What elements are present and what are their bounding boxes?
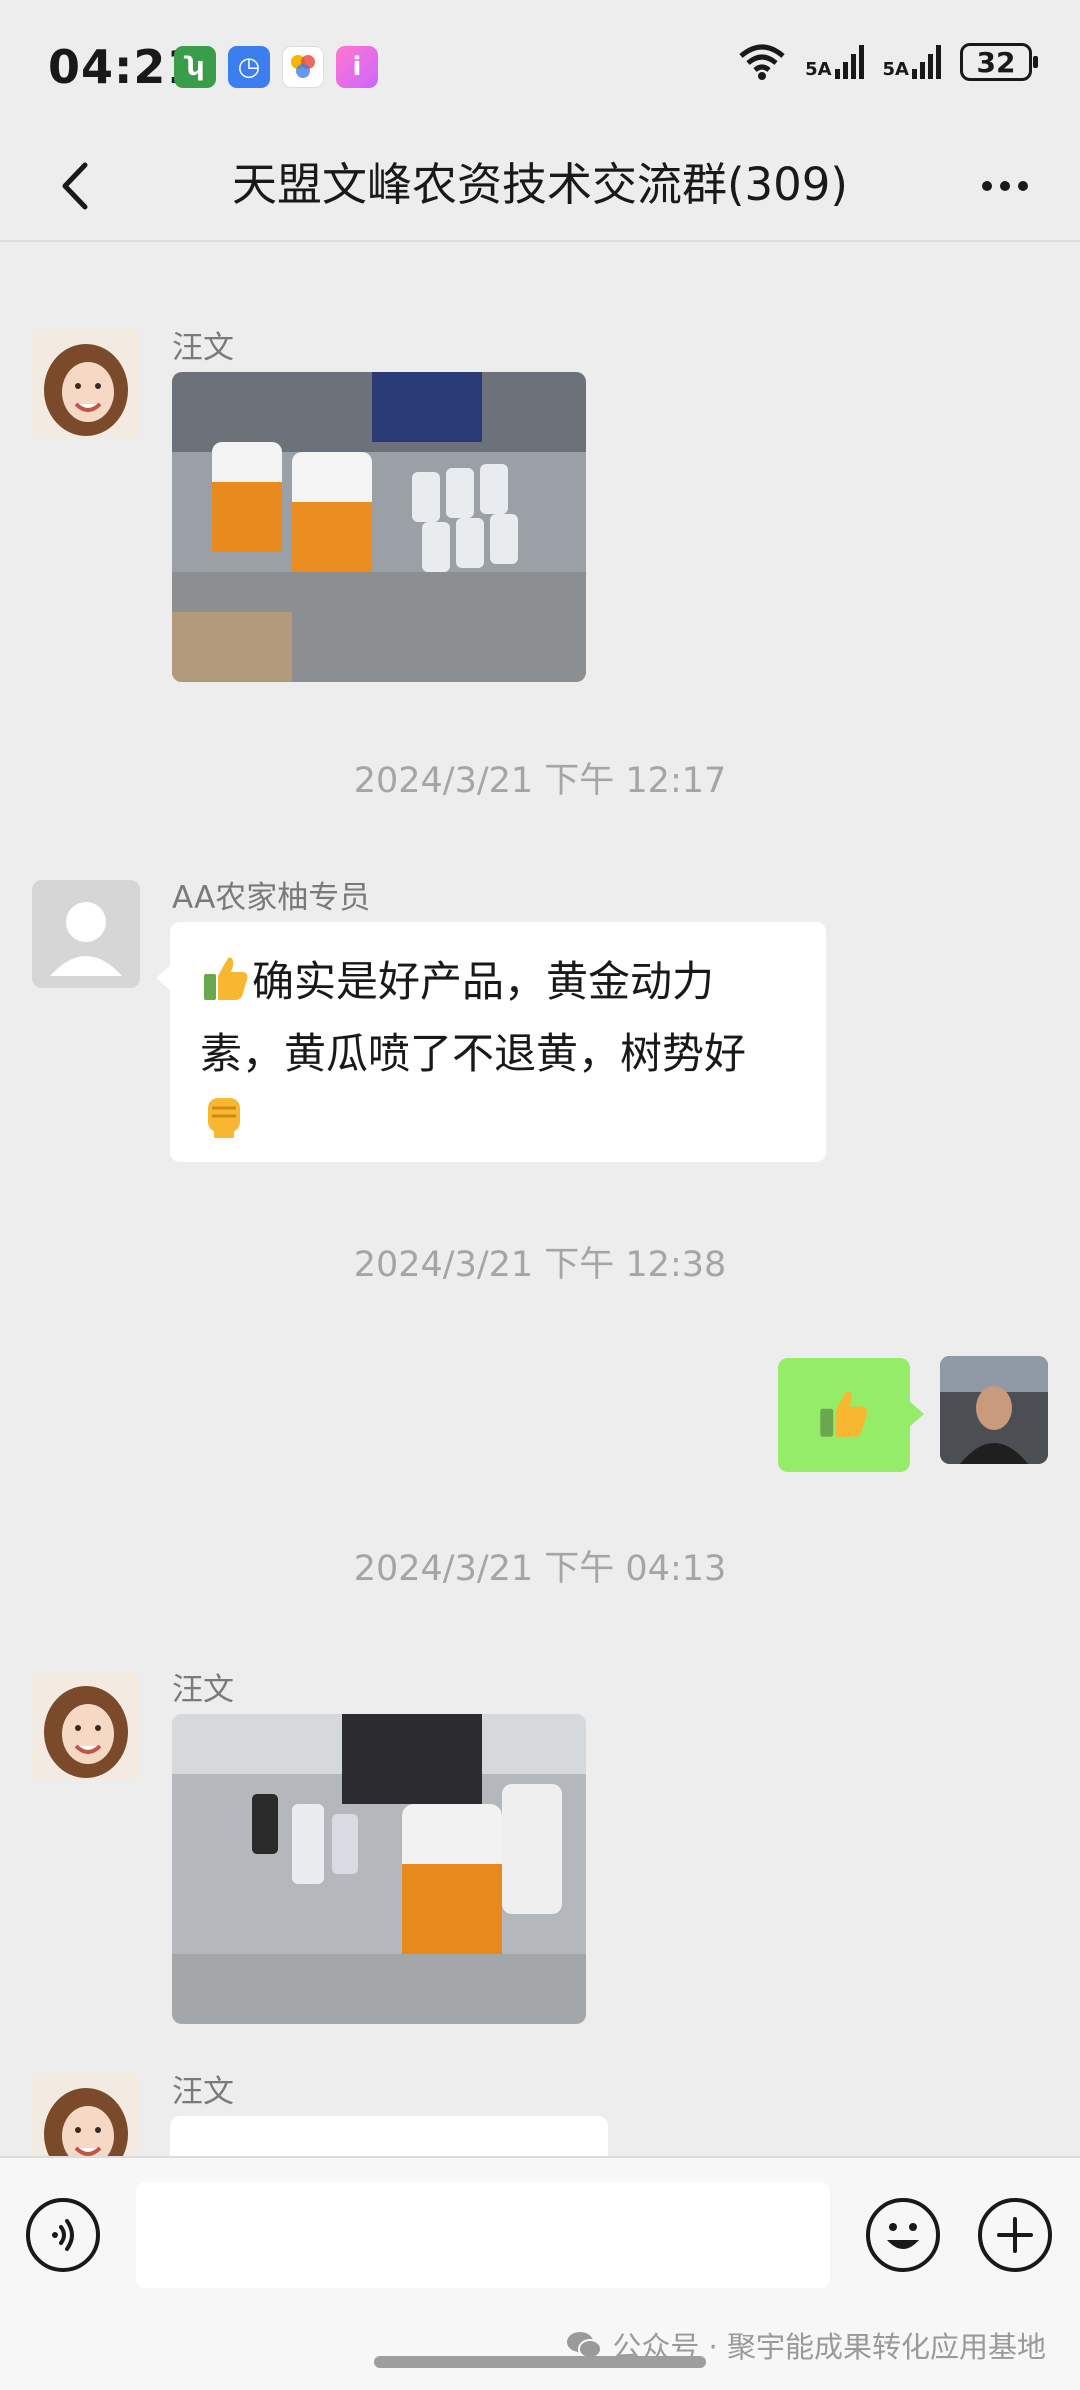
message-text: 素，黄瓜喷了不退黄，树势好 [200, 1029, 747, 1078]
message-line: 确实是好产品，黄金动力 [200, 950, 796, 1022]
message-timestamp: 2024/3/21 下午 12:38 [353, 1245, 727, 1285]
message-line [200, 1086, 796, 1158]
plus-icon [997, 2217, 1033, 2253]
message-text: 确实是好产品，黄金动力 [252, 957, 715, 1006]
voice-input-button[interactable] [26, 2198, 100, 2272]
message-list[interactable]: 汪文 2024/3/21 下午 12:17 AA农家柚专员 确实是好产品，黄金动… [0, 244, 1080, 2156]
alarm-app-icon: ◷ [228, 46, 270, 88]
outgoing-message-bubble[interactable] [778, 1358, 924, 1472]
message-timestamp: 2024/3/21 下午 12:17 [353, 761, 727, 801]
sender-name: AA农家柚专员 [172, 880, 371, 916]
network-type-label: 5A [805, 59, 832, 80]
signal-bars-icon [912, 45, 941, 79]
more-dot-icon [1000, 181, 1010, 191]
smiley-icon [887, 2223, 919, 2249]
sender-name: 汪文 [172, 2074, 234, 2110]
more-dot-icon [982, 181, 992, 191]
emoji-button[interactable] [866, 2198, 940, 2272]
message-timestamp: 2024/3/21 下午 04:13 [353, 1549, 727, 1589]
notification-icons: ʮ ◷ i [174, 46, 378, 88]
photos-app-icon [282, 46, 324, 88]
app-notification-icon: ʮ [174, 46, 216, 88]
sender-name: 汪文 [172, 330, 234, 366]
more-dot-icon [1018, 181, 1028, 191]
text-message-bubble[interactable]: 确实是好产品，黄金动力 素，黄瓜喷了不退黄，树势好 [156, 922, 826, 1162]
chat-title: 天盟文峰农资技术交流群(309) [231, 158, 848, 211]
network-type-label: 5A [882, 59, 909, 80]
sender-avatar[interactable] [32, 2074, 140, 2156]
signal-2: 5A [883, 45, 942, 79]
thumbs-up-icon [816, 1385, 872, 1445]
more-options-button[interactable] [970, 154, 1040, 218]
status-bar: 04:21 ʮ ◷ i 5A 5A 32 [0, 0, 1080, 130]
voice-icon [52, 2219, 74, 2251]
fist-icon [200, 1088, 248, 1158]
more-functions-button[interactable] [978, 2198, 1052, 2272]
sender-avatar[interactable] [32, 880, 140, 988]
input-bar: 公众号 · 聚宇能成果转化应用基地 [0, 2156, 1080, 2390]
wifi-icon [739, 44, 785, 80]
message-input[interactable] [136, 2182, 830, 2288]
sender-name: 汪文 [172, 1672, 234, 1708]
image-message[interactable] [172, 372, 586, 682]
status-indicators: 5A 5A 32 [737, 42, 1038, 82]
chat-header: 天盟文峰农资技术交流群(309) [0, 130, 1080, 242]
info-app-icon: i [336, 46, 378, 88]
sender-avatar[interactable] [32, 1672, 140, 1780]
battery-icon: 32 [960, 43, 1038, 81]
image-message[interactable] [172, 1714, 586, 2024]
thumbs-up-icon [200, 952, 252, 1022]
my-avatar[interactable] [940, 1356, 1048, 1464]
signal-1: 5A [805, 45, 864, 79]
home-indicator[interactable] [374, 2356, 706, 2368]
sender-avatar[interactable] [32, 330, 140, 438]
text-message-bubble[interactable] [170, 2116, 608, 2156]
signal-bars-icon [834, 45, 864, 79]
